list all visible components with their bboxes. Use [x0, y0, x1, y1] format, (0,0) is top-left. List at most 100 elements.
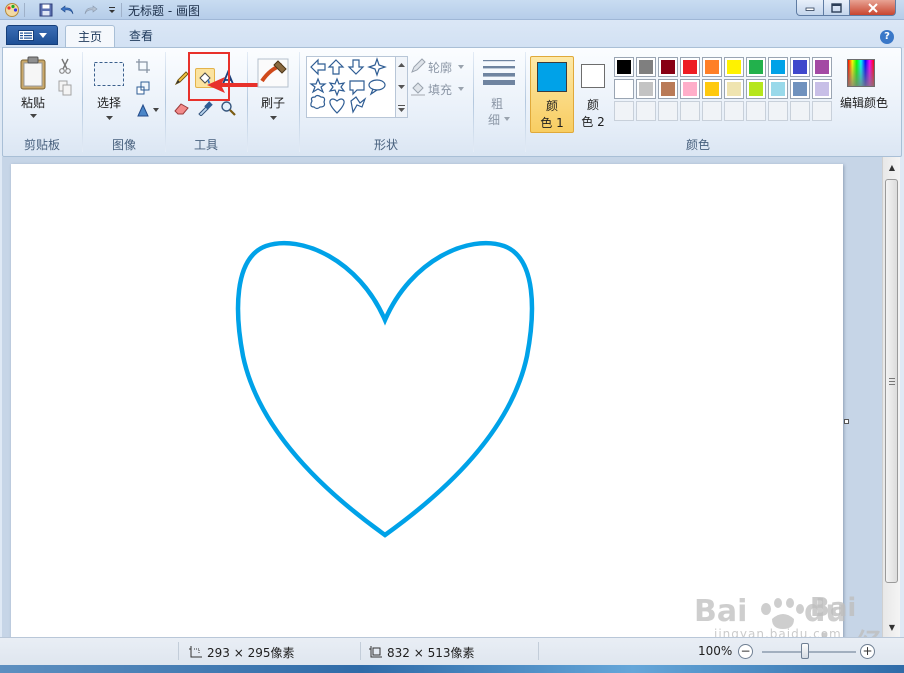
shapes-gallery[interactable] [306, 56, 396, 118]
palette-swatch[interactable] [724, 79, 744, 99]
palette-swatch[interactable] [768, 79, 788, 99]
redo-icon[interactable] [82, 2, 98, 18]
palette-swatch[interactable] [746, 79, 766, 99]
quick-access-divider [24, 3, 25, 17]
eraser-icon[interactable] [172, 98, 192, 118]
brushes-label[interactable]: 刷子 [253, 94, 293, 111]
minimize-button[interactable] [796, 0, 824, 16]
customize-quick-access-icon[interactable] [104, 2, 120, 18]
menu-icon [17, 29, 34, 41]
palette-swatch[interactable] [812, 79, 832, 99]
expand-gallery-icon[interactable] [398, 105, 405, 112]
fill-label[interactable]: 填充 [428, 81, 452, 98]
palette-swatch-empty[interactable] [746, 101, 766, 121]
paint-app-icon[interactable] [4, 2, 20, 18]
edit-colors-button[interactable]: 编辑颜色 [836, 56, 892, 116]
copy-icon[interactable] [55, 78, 75, 98]
palette-swatch[interactable] [768, 57, 788, 77]
paint-menu-button[interactable] [6, 25, 58, 45]
fill-icon[interactable] [410, 80, 426, 96]
palette-swatch-empty[interactable] [636, 101, 656, 121]
size-icon[interactable] [482, 58, 516, 86]
paste-dropdown-icon[interactable] [30, 114, 37, 118]
outline-dropdown-icon[interactable] [458, 65, 464, 69]
scrollbar-thumb[interactable] [885, 179, 898, 583]
palette-swatch[interactable] [702, 57, 722, 77]
maximize-button[interactable] [824, 0, 850, 16]
canvas-resize-handle[interactable] [844, 419, 849, 424]
color2-swatch [581, 64, 605, 88]
zoom-slider-thumb[interactable] [801, 643, 809, 659]
undo-icon[interactable] [60, 2, 76, 18]
cut-icon[interactable] [55, 56, 75, 76]
palette-swatch[interactable] [658, 57, 678, 77]
color1-button[interactable]: 颜 色 1 [530, 56, 574, 133]
outline-label[interactable]: 轮廓 [428, 59, 452, 76]
color2-button[interactable]: 颜 色 2 [577, 56, 611, 133]
paste-icon[interactable] [17, 56, 49, 90]
help-icon[interactable]: ? [880, 30, 894, 44]
close-button[interactable] [850, 0, 896, 16]
vertical-scrollbar[interactable]: ▲ ▼ [882, 157, 900, 637]
group-divider [525, 52, 526, 152]
palette-swatch[interactable] [702, 79, 722, 99]
rotate-dropdown-icon[interactable] [153, 108, 159, 112]
palette-swatch-empty[interactable] [702, 101, 722, 121]
palette-swatch-empty[interactable] [724, 101, 744, 121]
select-label[interactable]: 选择 [89, 94, 129, 111]
palette-swatch-empty[interactable] [790, 101, 810, 121]
palette-swatch[interactable] [812, 57, 832, 77]
palette-swatch-empty[interactable] [614, 101, 634, 121]
ribbon-tab-row: 主页 查看 ? [0, 20, 904, 48]
scroll-up-arrow-icon[interactable]: ▲ [883, 159, 901, 176]
title-bar: 无标题 - 画图 [0, 0, 904, 20]
palette-swatch[interactable] [614, 79, 634, 99]
rotate-icon[interactable] [133, 100, 153, 120]
palette-swatch[interactable] [614, 57, 634, 77]
scroll-down-icon[interactable] [398, 85, 405, 89]
window-title: 无标题 - 画图 [128, 4, 200, 18]
save-icon[interactable] [38, 2, 54, 18]
zoom-slider-track[interactable] [762, 651, 856, 653]
outline-icon[interactable] [410, 58, 426, 74]
zoom-out-button[interactable]: − [738, 644, 753, 659]
brushes-dropdown-icon[interactable] [270, 116, 277, 120]
taskbar-strip [0, 665, 904, 673]
color2-label-line2: 色 2 [581, 115, 605, 129]
magnifier-icon[interactable] [218, 98, 238, 118]
palette-swatch[interactable] [680, 57, 700, 77]
brush-icon[interactable] [255, 56, 291, 90]
palette-swatch[interactable] [790, 57, 810, 77]
palette-swatch[interactable] [636, 79, 656, 99]
palette-swatch[interactable] [680, 79, 700, 99]
resize-icon[interactable] [133, 78, 153, 98]
colors-group-label: 颜色 [685, 138, 710, 152]
zoom-level: 100% [698, 644, 733, 658]
palette-swatch-empty[interactable] [812, 101, 832, 121]
palette-swatch-empty[interactable] [768, 101, 788, 121]
shapes-scrollbar[interactable] [396, 56, 408, 118]
tab-home[interactable]: 主页 [65, 25, 116, 48]
color-picker-icon[interactable] [195, 98, 215, 118]
fill-dropdown-icon[interactable] [458, 87, 464, 91]
palette-swatch[interactable] [724, 57, 744, 77]
size-label-line1[interactable]: 粗 [491, 95, 503, 112]
palette-swatch-empty[interactable] [658, 101, 678, 121]
select-icon[interactable] [93, 60, 125, 88]
size-dropdown-icon[interactable] [504, 117, 510, 121]
select-dropdown-icon[interactable] [106, 116, 113, 120]
paste-label[interactable]: 粘贴 [13, 94, 53, 111]
crop-icon[interactable] [133, 56, 153, 76]
palette-swatch[interactable] [658, 79, 678, 99]
scroll-down-arrow-icon[interactable]: ▼ [883, 619, 901, 636]
palette-swatch[interactable] [746, 57, 766, 77]
tab-view[interactable]: 查看 [117, 25, 165, 48]
scroll-up-icon[interactable] [398, 63, 405, 67]
zoom-in-button[interactable]: + [860, 644, 875, 659]
status-divider [538, 642, 539, 660]
palette-swatch[interactable] [636, 57, 656, 77]
palette-swatch-empty[interactable] [680, 101, 700, 121]
size-label-line2[interactable]: 细 [488, 111, 500, 128]
drawing-canvas[interactable] [11, 164, 843, 637]
palette-swatch[interactable] [790, 79, 810, 99]
